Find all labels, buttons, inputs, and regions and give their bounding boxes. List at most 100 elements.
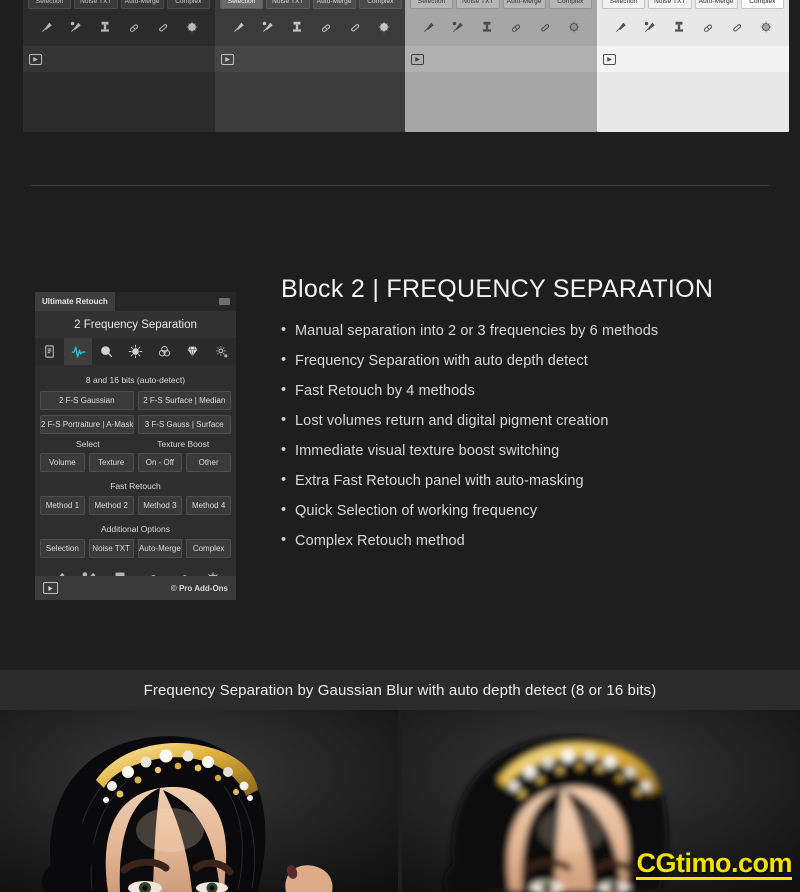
btn-other[interactable]: Other: [186, 453, 231, 472]
mini-btn-complex[interactable]: Complex: [166, 0, 210, 9]
quick-selection-icon[interactable]: [185, 20, 199, 36]
brush-icon[interactable]: [232, 20, 246, 36]
panel-body: 8 and 16 bits (auto-detect) 2 F-S Gaussi…: [35, 365, 236, 596]
mini-btn-auto-merge[interactable]: Auto-Merge: [694, 0, 738, 9]
clone-stamp-icon[interactable]: [98, 20, 112, 36]
btn-auto-merge[interactable]: Auto-Merge: [137, 539, 183, 558]
watermark: CGtimo.com: [636, 848, 792, 880]
panel-footer: © Pro Add-Ons: [35, 576, 236, 600]
btn-volume[interactable]: Volume: [40, 453, 85, 472]
play-icon[interactable]: ▶: [411, 53, 424, 65]
mini-btn-noise-txt[interactable]: Noise TXT: [456, 0, 500, 9]
label-additional-options: Additional Options: [101, 524, 170, 534]
tab-ultimate-retouch[interactable]: Ultimate Retouch: [35, 292, 115, 311]
mini-btn-selection[interactable]: Selection: [28, 0, 72, 9]
mini-btn-complex[interactable]: Complex: [740, 0, 784, 9]
btn-2fs-gaussian[interactable]: 2 F-S Gaussian: [40, 391, 134, 410]
quick-selection-icon[interactable]: [759, 20, 773, 36]
mini-btn-selection[interactable]: Selection: [410, 0, 454, 9]
waveform-icon[interactable]: [63, 338, 93, 365]
mini-btn-complex[interactable]: Complex: [358, 0, 402, 9]
quick-selection-icon[interactable]: [567, 20, 581, 36]
btn-method-3[interactable]: Method 3: [137, 496, 183, 515]
select-texture-row: Volume Texture On - Off Other: [40, 453, 231, 472]
healing-brush-icon[interactable]: [127, 20, 141, 36]
mini-tool-row: [602, 14, 784, 44]
mini-btn-noise-txt[interactable]: Noise TXT: [266, 0, 310, 9]
mini-btn-noise-txt[interactable]: Noise TXT: [648, 0, 692, 9]
mini-btn-selection[interactable]: Selection: [602, 0, 646, 9]
btn-method-1[interactable]: Method 1: [40, 496, 85, 515]
ultimate-retouch-panel[interactable]: Ultimate Retouch 2 Frequency Separation: [35, 292, 236, 600]
brush-icon[interactable]: [614, 20, 628, 36]
label-fast-retouch: Fast Retouch: [110, 481, 161, 491]
page-title: Block 2 | FREQUENCY SEPARATION: [281, 275, 714, 303]
btn-noise-txt[interactable]: Noise TXT: [88, 539, 134, 558]
btn-complex[interactable]: Complex: [186, 539, 231, 558]
mini-tool-row: [28, 14, 210, 44]
brush-icon[interactable]: [40, 20, 54, 36]
medium-gray-theme-panel[interactable]: Volume Texture On - Off Other Fast Retou…: [405, 0, 597, 132]
mini-btn-complex[interactable]: Complex: [548, 0, 592, 9]
mini-btn-selection[interactable]: Selection: [220, 0, 264, 9]
list-item: Complex Retouch method: [281, 532, 781, 549]
clone-stamp-icon[interactable]: [672, 20, 686, 36]
play-icon[interactable]: ▶: [29, 53, 42, 65]
mixer-brush-icon[interactable]: [451, 20, 465, 36]
dark-theme-panel[interactable]: Volume Texture On - Off Other Fast Retou…: [215, 0, 407, 132]
diamond-icon[interactable]: [179, 338, 208, 365]
healing-brush-icon[interactable]: [319, 20, 333, 36]
mixer-brush-icon[interactable]: [261, 20, 275, 36]
color-circles-icon[interactable]: [150, 338, 179, 365]
comparison-images: CGtimo.com: [0, 710, 800, 892]
photo-sharp-high-frequency: [0, 710, 398, 892]
play-icon[interactable]: ▶: [603, 53, 616, 65]
fast-retouch-row: Method 1 Method 2 Method 3 Method 4: [40, 496, 231, 515]
btn-selection[interactable]: Selection: [40, 539, 85, 558]
patch-tool-icon[interactable]: [730, 20, 744, 36]
mini-btn-noise-txt[interactable]: Noise TXT: [74, 0, 118, 9]
magnifier-icon[interactable]: [92, 338, 121, 365]
theme-panel-strip: Volume Texture On - Off Other Fast Retou…: [0, 0, 800, 132]
btn-method-4[interactable]: Method 4: [186, 496, 231, 515]
photo-blurred-low-frequency: CGtimo.com: [402, 710, 800, 892]
panel-title: 2 Frequency Separation: [35, 311, 236, 338]
quick-selection-icon[interactable]: [377, 20, 391, 36]
patch-tool-icon[interactable]: [348, 20, 362, 36]
gear-icon[interactable]: [207, 338, 236, 365]
brightness-icon[interactable]: [121, 338, 150, 365]
btn-texture[interactable]: Texture: [88, 453, 134, 472]
caption-text: Frequency Separation by Gaussian Blur wi…: [143, 681, 657, 699]
light-theme-panel[interactable]: Volume Texture On - Off Other Fast Retou…: [597, 0, 789, 132]
play-icon[interactable]: [43, 582, 58, 594]
mini-btn-auto-merge[interactable]: Auto-Merge: [502, 0, 546, 9]
list-item: Quick Selection of working frequency: [281, 502, 781, 519]
darkest-theme-panel[interactable]: Volume Texture On - Off Other Fast Retou…: [23, 0, 215, 132]
clone-stamp-icon[interactable]: [480, 20, 494, 36]
clone-stamp-icon[interactable]: [290, 20, 304, 36]
mixer-brush-icon[interactable]: [69, 20, 83, 36]
btn-method-2[interactable]: Method 2: [88, 496, 134, 515]
mini-additional-row: Selection Noise TXT Auto-Merge Complex: [602, 0, 784, 9]
additional-options-row: Selection Noise TXT Auto-Merge Complex: [40, 539, 231, 558]
btn-2fs-portraiture-amask[interactable]: 2 F-S Portraiture | A-Mask: [40, 415, 134, 434]
play-icon[interactable]: ▶: [221, 53, 234, 65]
feature-list: Manual separation into 2 or 3 frequencie…: [281, 322, 781, 549]
btn-2fs-surface-median[interactable]: 2 F-S Surface | Median: [137, 391, 231, 410]
list-item: Fast Retouch by 4 methods: [281, 382, 781, 399]
healing-brush-icon[interactable]: [701, 20, 715, 36]
panel-menu-icon[interactable]: [219, 298, 230, 305]
mini-btn-auto-merge[interactable]: Auto-Merge: [120, 0, 164, 9]
list-item: Immediate visual texture boost switching: [281, 442, 781, 459]
panel-tab-bar: Ultimate Retouch: [35, 292, 236, 311]
brush-icon[interactable]: [422, 20, 436, 36]
mini-btn-auto-merge[interactable]: Auto-Merge: [312, 0, 356, 9]
document-icon[interactable]: [35, 338, 64, 365]
mixer-brush-icon[interactable]: [643, 20, 657, 36]
patch-tool-icon[interactable]: [156, 20, 170, 36]
healing-brush-icon[interactable]: [509, 20, 523, 36]
btn-on-off[interactable]: On - Off: [137, 453, 183, 472]
list-item: Extra Fast Retouch panel with auto-maski…: [281, 472, 781, 489]
patch-tool-icon[interactable]: [538, 20, 552, 36]
btn-3fs-gauss-surface[interactable]: 3 F-S Gauss | Surface: [137, 415, 231, 434]
